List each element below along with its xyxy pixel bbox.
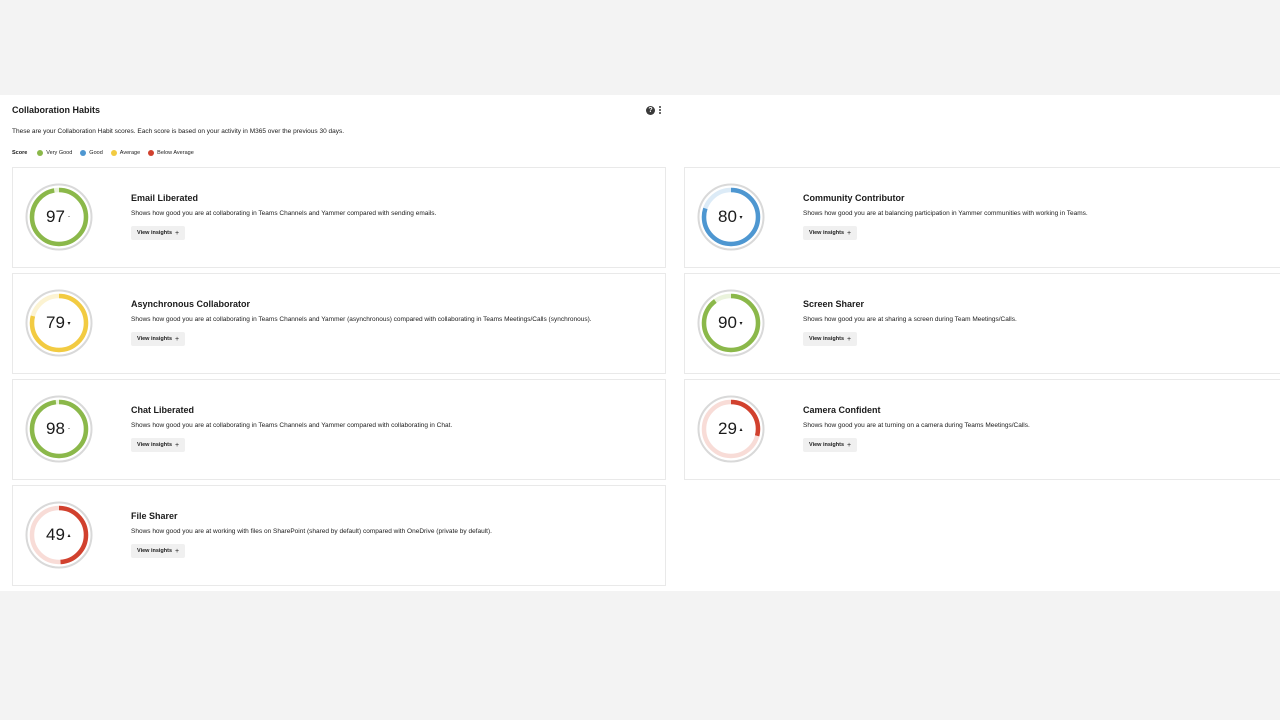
score-value-wrap: 49 ▴ xyxy=(25,501,93,569)
legend-item-average: Average xyxy=(110,150,141,156)
plus-icon: + xyxy=(847,441,852,449)
score-legend: Score Very Good Good Average Below Avera… xyxy=(12,150,194,156)
legend-item-label: Below Average xyxy=(157,150,194,156)
habit-card-asynchronous-collaborator: 79 ▾ Asynchronous Collaborator Shows how go… xyxy=(12,273,666,374)
score-value: 90 xyxy=(718,313,737,332)
score-value-wrap: 97- xyxy=(25,183,93,251)
legend-dot-icon xyxy=(148,150,155,156)
card-title: Screen Sharer xyxy=(803,299,865,309)
legend-dot-icon xyxy=(110,150,117,156)
trend-indicator-icon: - xyxy=(67,426,70,432)
view-insights-button[interactable]: View insights + xyxy=(803,438,858,452)
view-insights-label: View insights xyxy=(137,336,173,342)
card-description: Shows how good you are at collaborating … xyxy=(131,316,592,323)
habit-card-email-liberated: 97- Email Liberated Shows how good you are… xyxy=(12,167,666,268)
score-gauge: 79 ▾ xyxy=(25,289,93,357)
card-title: Camera Confident xyxy=(803,405,881,415)
card-description: Shows how good you are at turning on a c… xyxy=(803,422,1030,429)
view-insights-label: View insights xyxy=(137,548,173,554)
habit-card-community-contributor: 80 ▾ Community Contributor Shows how good y… xyxy=(684,167,1280,268)
habit-card-chat-liberated: 98- Chat Liberated Shows how good you are … xyxy=(12,379,666,480)
score-gauge: 90 ▾ xyxy=(697,289,765,357)
score-value-wrap: 29 ▴ xyxy=(697,395,765,463)
panel-description: These are your Collaboration Habit score… xyxy=(12,128,345,135)
plus-icon: + xyxy=(175,335,180,343)
score-gauge: 98- xyxy=(25,395,93,463)
legend-dot-icon xyxy=(80,150,87,156)
view-insights-label: View insights xyxy=(137,230,173,236)
view-insights-button[interactable]: View insights + xyxy=(131,226,186,240)
more-vertical-icon[interactable] xyxy=(658,105,662,115)
collaboration-habits-panel: Collaboration Habits ? These are your Co… xyxy=(0,95,1280,591)
view-insights-label: View insights xyxy=(809,336,845,342)
card-description: Shows how good you are at balancing part… xyxy=(803,210,1088,217)
habit-card-camera-confident: 29 ▴ Camera Confident Shows how good you ar… xyxy=(684,379,1280,480)
panel-title: Collaboration Habits xyxy=(12,105,101,115)
view-insights-button[interactable]: View insights + xyxy=(131,438,186,452)
score-value-wrap: 80 ▾ xyxy=(697,183,765,251)
card-description: Shows how good you are at working with f… xyxy=(131,528,492,535)
view-insights-label: View insights xyxy=(809,442,845,448)
card-title: Community Contributor xyxy=(803,193,905,203)
score-value: 98 xyxy=(46,419,65,438)
panel-actions: ? xyxy=(646,105,662,115)
plus-icon: + xyxy=(847,335,852,343)
legend-dot-icon xyxy=(37,150,44,156)
card-description: Shows how good you are at sharing a scre… xyxy=(803,316,1017,323)
score-gauge: 97- xyxy=(25,183,93,251)
trend-indicator-icon: ▴ xyxy=(739,426,743,433)
trend-indicator-icon: ▴ xyxy=(67,532,71,539)
score-value-wrap: 79 ▾ xyxy=(25,289,93,357)
plus-icon: + xyxy=(175,441,180,449)
trend-indicator-icon: ▾ xyxy=(739,214,743,221)
legend-item-good: Good xyxy=(80,150,103,156)
card-description: Shows how good you are at collaborating … xyxy=(131,210,437,217)
trend-indicator-icon: - xyxy=(67,214,70,220)
legend-item-label: Good xyxy=(89,150,103,156)
plus-icon: + xyxy=(175,547,180,555)
legend-item-label: Average xyxy=(119,150,141,156)
score-value: 29 xyxy=(718,419,737,438)
card-title: Asynchronous Collaborator xyxy=(131,299,251,309)
legend-label: Score xyxy=(12,150,28,156)
legend-item-below-average: Below Average xyxy=(148,150,194,156)
view-insights-label: View insights xyxy=(137,442,173,448)
view-insights-button[interactable]: View insights + xyxy=(131,332,186,346)
view-insights-button[interactable]: View insights + xyxy=(803,226,858,240)
score-value-wrap: 90 ▾ xyxy=(697,289,765,357)
legend-item-very-good: Very Good xyxy=(37,150,72,156)
card-title: File Sharer xyxy=(131,511,178,521)
trend-indicator-icon: ▾ xyxy=(739,320,743,327)
card-title: Chat Liberated xyxy=(131,405,195,415)
score-value: 97 xyxy=(46,207,65,226)
plus-icon: + xyxy=(847,229,852,237)
score-value: 80 xyxy=(718,207,737,226)
card-title: Email Liberated xyxy=(131,193,199,203)
score-value-wrap: 98- xyxy=(25,395,93,463)
view-insights-button[interactable]: View insights + xyxy=(131,544,186,558)
legend-item-label: Very Good xyxy=(46,150,73,156)
plus-icon: + xyxy=(175,229,180,237)
card-description: Shows how good you are at collaborating … xyxy=(131,422,453,429)
score-gauge: 80 ▾ xyxy=(697,183,765,251)
habit-card-file-sharer: 49 ▴ File Sharer Shows how good you are at … xyxy=(12,485,666,586)
trend-indicator-icon: ▾ xyxy=(67,320,71,327)
score-gauge: 49 ▴ xyxy=(25,501,93,569)
view-insights-button[interactable]: View insights + xyxy=(803,332,858,346)
score-value: 49 xyxy=(46,525,65,544)
help-circle-icon[interactable]: ? xyxy=(646,105,655,115)
score-gauge: 29 ▴ xyxy=(697,395,765,463)
habit-card-screen-sharer: 90 ▾ Screen Sharer Shows how good you are a… xyxy=(684,273,1280,374)
view-insights-label: View insights xyxy=(809,230,845,236)
score-value: 79 xyxy=(46,313,65,332)
